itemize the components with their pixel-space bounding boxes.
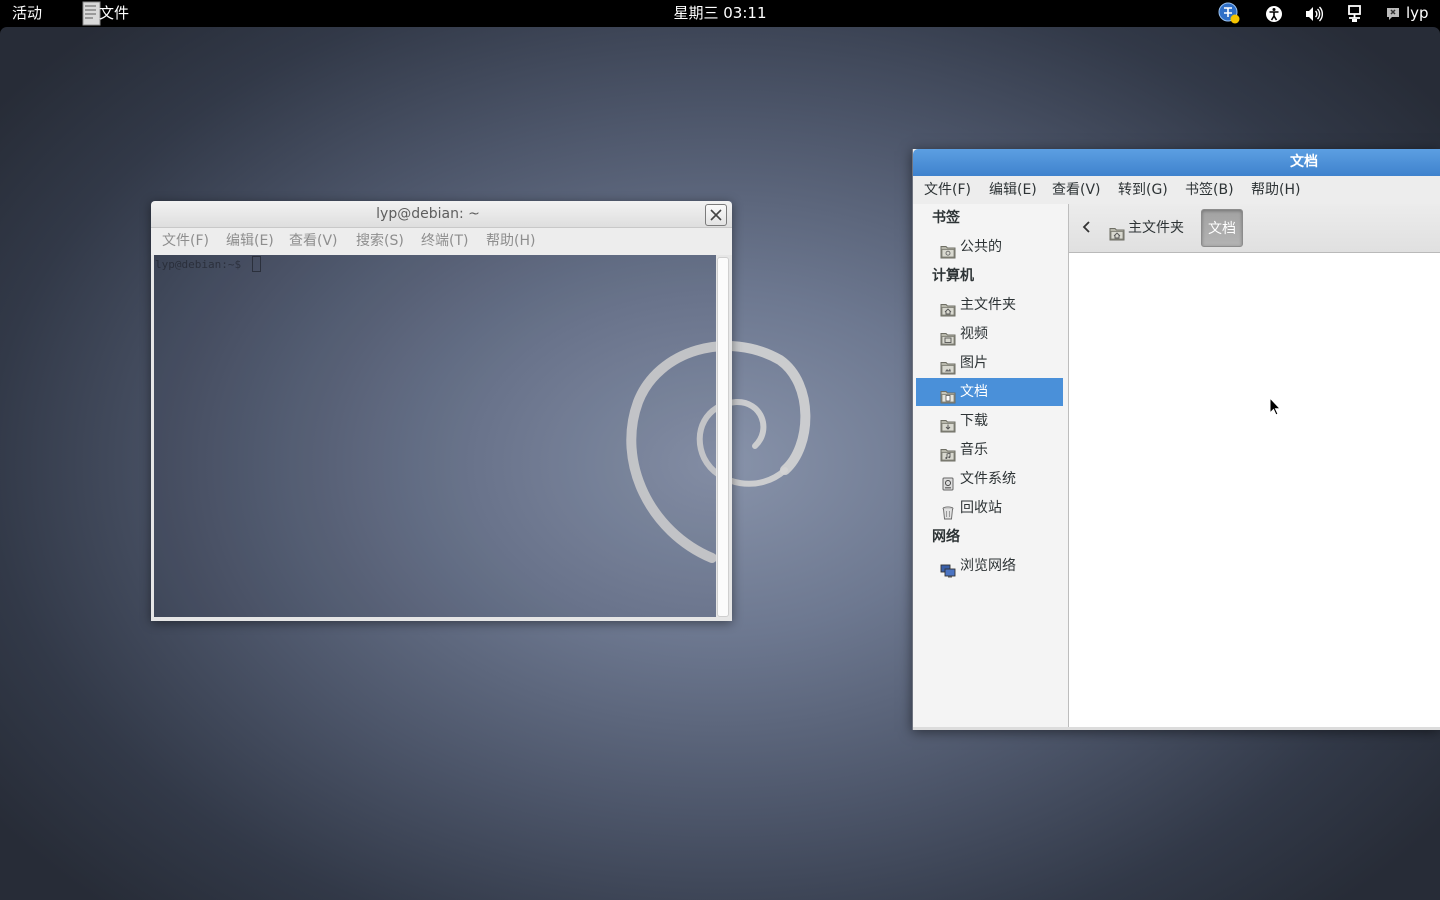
files-menu-file[interactable]: 文件(F) bbox=[924, 176, 971, 204]
sidebar-item-trash[interactable]: 回收站 bbox=[913, 494, 1068, 523]
terminal-window: lyp@debian: ~ 文件(F) 编辑(E) 查看(V) 搜索(S) 终端… bbox=[151, 201, 732, 621]
downloads-folder-icon bbox=[940, 415, 956, 433]
sidebar-item-label: 图片 bbox=[960, 355, 988, 371]
terminal-menubar: 文件(F) 编辑(E) 查看(V) 搜索(S) 终端(T) 帮助(H) bbox=[151, 228, 732, 255]
terminal-content[interactable]: lyp@debian:~$ bbox=[154, 255, 716, 617]
terminal-menu-search[interactable]: 搜索(S) bbox=[356, 228, 404, 255]
sidebar-item-label: 下载 bbox=[960, 413, 988, 429]
sidebar-item-label: 回收站 bbox=[960, 500, 1002, 516]
home-folder-icon bbox=[1109, 221, 1125, 241]
sidebar-item-documents[interactable]: 文档 bbox=[913, 378, 1068, 407]
activities-button[interactable]: 活动 bbox=[12, 0, 42, 27]
volume-icon[interactable] bbox=[1305, 5, 1324, 23]
public-folder-icon bbox=[940, 241, 956, 259]
network-browse-icon bbox=[940, 560, 956, 578]
terminal-cursor bbox=[252, 256, 261, 272]
file-manager-frame-bottom bbox=[913, 727, 1440, 730]
file-view[interactable]: 主文件夹 文档 bbox=[1069, 204, 1440, 727]
terminal-titlebar[interactable]: lyp@debian: ~ bbox=[151, 201, 732, 228]
files-menu-help[interactable]: 帮助(H) bbox=[1251, 176, 1300, 204]
app-menu-label[interactable]: 文件 bbox=[99, 0, 129, 27]
sidebar-item-label: 公共的 bbox=[960, 239, 1002, 255]
terminal-close-button[interactable] bbox=[705, 204, 727, 226]
file-manager-menubar: 文件(F) 编辑(E) 查看(V) 转到(G) 书签(B) 帮助(H) bbox=[913, 176, 1440, 204]
back-button[interactable] bbox=[1080, 218, 1094, 236]
sidebar-item-label: 浏览网络 bbox=[960, 558, 1016, 574]
documents-folder-icon bbox=[940, 386, 956, 404]
sidebar-header-bookmarks: 书签 bbox=[932, 210, 960, 226]
terminal-menu-view[interactable]: 查看(V) bbox=[289, 228, 338, 255]
sidebar-item-public[interactable]: 公共的 bbox=[913, 233, 1068, 262]
files-menu-bookmarks[interactable]: 书签(B) bbox=[1185, 176, 1234, 204]
files-menu-go[interactable]: 转到(G) bbox=[1118, 176, 1168, 204]
music-folder-icon bbox=[940, 444, 956, 462]
clock[interactable]: 星期三 03:11 bbox=[620, 0, 820, 27]
file-manager-title: 文档 bbox=[1290, 154, 1318, 170]
user-menu-label[interactable]: lyp bbox=[1406, 0, 1429, 27]
terminal-scrollbar[interactable] bbox=[717, 257, 729, 617]
path-button-label: 主文件夹 bbox=[1128, 220, 1184, 236]
sidebar-item-downloads[interactable]: 下载 bbox=[913, 407, 1068, 436]
sidebar-item-music[interactable]: 音乐 bbox=[913, 436, 1068, 465]
file-manager-titlebar[interactable]: 文档 bbox=[913, 149, 1440, 176]
terminal-menu-edit[interactable]: 编辑(E) bbox=[226, 228, 274, 255]
sidebar-item-label: 文件系统 bbox=[960, 471, 1016, 487]
screen: 活动 文件 星期三 03:11 lyp lyp@debian: ~ 文件(F) … bbox=[0, 0, 1440, 900]
accessibility-icon[interactable] bbox=[1265, 5, 1283, 23]
sidebar-header-computer: 计算机 bbox=[932, 268, 974, 284]
file-manager-window: 文档 文件(F) 编辑(E) 查看(V) 转到(G) 书签(B) 帮助(H) 书… bbox=[912, 149, 1440, 730]
places-sidebar: 书签 公共的 计算机 主文件夹 视频 图片 文档 下载 音乐 文件系统 回收站 … bbox=[913, 204, 1068, 727]
terminal-title: lyp@debian: ~ bbox=[376, 206, 480, 222]
sidebar-item-browse-network[interactable]: 浏览网络 bbox=[913, 552, 1068, 581]
terminal-menu-file[interactable]: 文件(F) bbox=[162, 228, 209, 255]
selection-highlight bbox=[916, 378, 1063, 406]
terminal-prompt: lyp@debian:~$ bbox=[155, 258, 242, 271]
files-menu-edit[interactable]: 编辑(E) bbox=[989, 176, 1037, 204]
filesystem-icon bbox=[940, 473, 956, 491]
sidebar-item-label: 文档 bbox=[960, 384, 988, 400]
network-icon[interactable] bbox=[1346, 5, 1364, 23]
ime-icon[interactable] bbox=[1218, 2, 1241, 25]
videos-folder-icon bbox=[940, 328, 956, 346]
sidebar-item-label: 视频 bbox=[960, 326, 988, 342]
sidebar-item-pictures[interactable]: 图片 bbox=[913, 349, 1068, 378]
trash-icon bbox=[940, 502, 956, 520]
chevron-left-icon bbox=[1082, 221, 1090, 233]
sidebar-item-videos[interactable]: 视频 bbox=[913, 320, 1068, 349]
path-toolbar: 主文件夹 文档 bbox=[1069, 204, 1440, 253]
sidebar-item-filesystem[interactable]: 文件系统 bbox=[913, 465, 1068, 494]
top-bar: 活动 文件 星期三 03:11 lyp bbox=[0, 0, 1440, 27]
files-menu-view[interactable]: 查看(V) bbox=[1052, 176, 1101, 204]
home-folder-icon bbox=[940, 299, 956, 317]
mouse-cursor bbox=[1269, 397, 1281, 416]
terminal-frame-bottom bbox=[151, 617, 732, 621]
user-status-icon[interactable] bbox=[1385, 5, 1403, 23]
terminal-menu-help[interactable]: 帮助(H) bbox=[486, 228, 535, 255]
sidebar-item-label: 音乐 bbox=[960, 442, 988, 458]
sidebar-header-network: 网络 bbox=[932, 529, 960, 545]
sidebar-item-home[interactable]: 主文件夹 bbox=[913, 291, 1068, 320]
close-icon bbox=[710, 209, 722, 221]
path-button-current[interactable]: 文档 bbox=[1201, 209, 1243, 247]
terminal-menu-terminal[interactable]: 终端(T) bbox=[421, 228, 468, 255]
sidebar-item-label: 主文件夹 bbox=[960, 297, 1016, 313]
pictures-folder-icon bbox=[940, 357, 956, 375]
